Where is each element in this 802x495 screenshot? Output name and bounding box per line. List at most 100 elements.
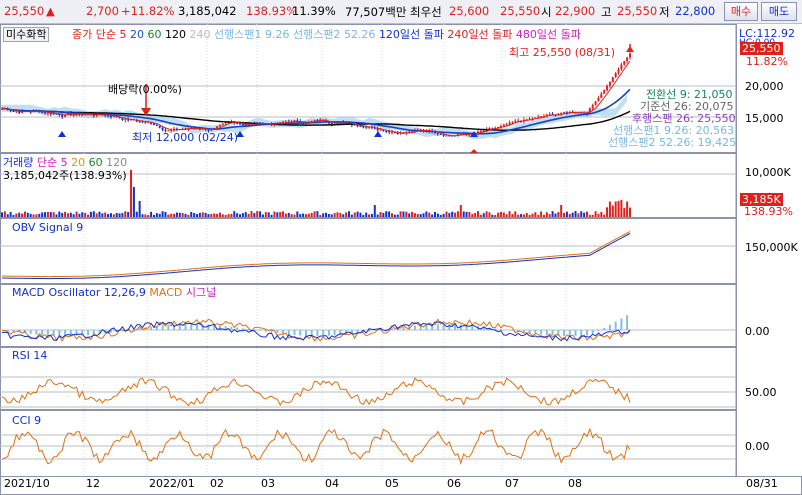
- candle-body: [514, 120, 517, 122]
- stock-name-box[interactable]: 미수화학: [3, 27, 50, 42]
- obv-legend-signal[interactable]: Signal 9: [39, 221, 83, 234]
- volume-bar: [52, 212, 55, 217]
- volume-bar: [451, 211, 454, 217]
- volume-legend-60[interactable]: 60: [89, 156, 103, 169]
- macd-legend-osc[interactable]: MACD Oscillator 12,26,9: [12, 286, 146, 299]
- legend-ma60[interactable]: 60: [148, 28, 162, 41]
- volume-bar: [132, 187, 135, 217]
- legend-240-break[interactable]: 240일선 돌파: [447, 28, 512, 41]
- volume-bar: [462, 211, 465, 217]
- macd-histogram-bar: [178, 324, 181, 330]
- volume-bar: [459, 205, 462, 217]
- x-tick-02: 02: [210, 477, 224, 490]
- y-tick-15000: 15,000: [745, 112, 784, 125]
- volume-bar: [152, 214, 155, 217]
- volume-bar: [497, 212, 500, 217]
- candle-body: [502, 124, 505, 127]
- obv-legend-obv[interactable]: OBV: [12, 221, 35, 234]
- macd-histogram-bar: [150, 326, 153, 330]
- candle-body: [376, 128, 379, 131]
- legend-ma5[interactable]: 5: [120, 28, 127, 41]
- volume-bar: [44, 212, 47, 217]
- volume-bar: [345, 212, 348, 217]
- legend-ma120[interactable]: 120: [165, 28, 186, 41]
- volume-bar: [626, 201, 629, 217]
- macd-histogram-bar: [299, 330, 302, 336]
- x-tick-04: 04: [325, 477, 339, 490]
- candle-body: [218, 124, 221, 127]
- rsi-legend[interactable]: RSI 14: [12, 349, 47, 362]
- volume-bar: [307, 213, 310, 217]
- x-tick-08: 08: [568, 477, 582, 490]
- volume-bar: [112, 214, 115, 217]
- volume-bar: [557, 212, 560, 217]
- volume-bar: [431, 214, 434, 217]
- macd-legend-signal[interactable]: 시그널: [186, 286, 216, 299]
- volume-bar: [580, 211, 583, 217]
- volume-bar: [164, 211, 167, 217]
- current-price-tag: 25,550: [740, 42, 783, 55]
- macd-histogram-bar: [373, 330, 376, 331]
- volume-bar: [439, 214, 442, 217]
- y-tick-20000: 20,000: [745, 80, 784, 93]
- volume-bar: [227, 214, 230, 217]
- legend-close[interactable]: 종가: [72, 28, 92, 41]
- macd-histogram-bar: [603, 327, 606, 330]
- volume-bar: [531, 213, 534, 217]
- legend-480-break[interactable]: 480일선 돌파: [516, 28, 581, 41]
- volume-legend-5[interactable]: 5: [61, 156, 68, 169]
- volume-bar: [588, 214, 591, 217]
- volume-bar: [218, 212, 221, 217]
- volume-bar: [241, 213, 244, 217]
- volume-bar: [207, 214, 210, 217]
- macd-histogram-bar: [29, 330, 32, 334]
- legend-120-break[interactable]: 120일선 돌파: [379, 28, 444, 41]
- legend-simple[interactable]: 단순: [96, 28, 116, 41]
- volume-legend-title[interactable]: 거래량: [3, 156, 33, 169]
- volume-legend-120[interactable]: 120: [106, 156, 127, 169]
- macd-histogram-bar: [322, 330, 325, 336]
- volume-bar: [3, 211, 6, 217]
- volume-bar: [46, 211, 49, 217]
- volume-bar: [560, 205, 563, 217]
- volume-legend-simple[interactable]: 단순: [37, 156, 57, 169]
- macd-histogram-bar: [511, 330, 514, 331]
- volume-bar: [554, 213, 557, 217]
- volume-bar: [413, 213, 416, 217]
- volume-bar: [270, 214, 273, 217]
- x-tick-2022-01: 2022/01: [149, 477, 195, 490]
- buy-button[interactable]: 매수: [724, 2, 758, 21]
- volume-bar: [21, 213, 24, 217]
- volume-bar: [38, 213, 41, 217]
- volume-bar: [273, 211, 276, 217]
- volume-bar: [399, 211, 402, 217]
- volume-bar: [6, 214, 9, 217]
- macd-histogram-bar: [499, 329, 502, 330]
- legend-ma20[interactable]: 20: [130, 28, 144, 41]
- macd-histogram-bar: [333, 330, 336, 336]
- macd-histogram-bar: [41, 330, 44, 336]
- sell-button[interactable]: 매도: [761, 2, 797, 21]
- legend-ma240[interactable]: 240: [190, 28, 211, 41]
- macd-legend-macd[interactable]: MACD: [149, 286, 182, 299]
- candle-body: [606, 85, 609, 91]
- high-annotation: 최고 25,550 (08/31): [509, 46, 616, 59]
- macd-histogram-bar: [259, 330, 262, 331]
- volume-bar: [322, 213, 325, 217]
- macd-histogram-bar: [390, 328, 393, 330]
- volume-bar: [230, 213, 233, 217]
- legend-span1[interactable]: 선행스팬1 9.26: [214, 28, 289, 41]
- candle-body: [597, 98, 600, 102]
- volume-bar: [15, 213, 18, 217]
- legend-span2[interactable]: 선행스팬2 52.26: [293, 28, 375, 41]
- volume-bar: [104, 212, 107, 217]
- macd-histogram-bar: [580, 330, 583, 336]
- best-ask: 25,600: [449, 4, 490, 18]
- open-price: 22,900: [555, 4, 596, 18]
- macd-histogram-bar: [35, 330, 38, 335]
- volume-legend-20[interactable]: 20: [71, 156, 85, 169]
- volume-bar: [89, 211, 92, 217]
- cci-legend[interactable]: CCI 9: [12, 414, 41, 427]
- volume-bar: [528, 214, 531, 217]
- macd-histogram-bar: [413, 325, 416, 330]
